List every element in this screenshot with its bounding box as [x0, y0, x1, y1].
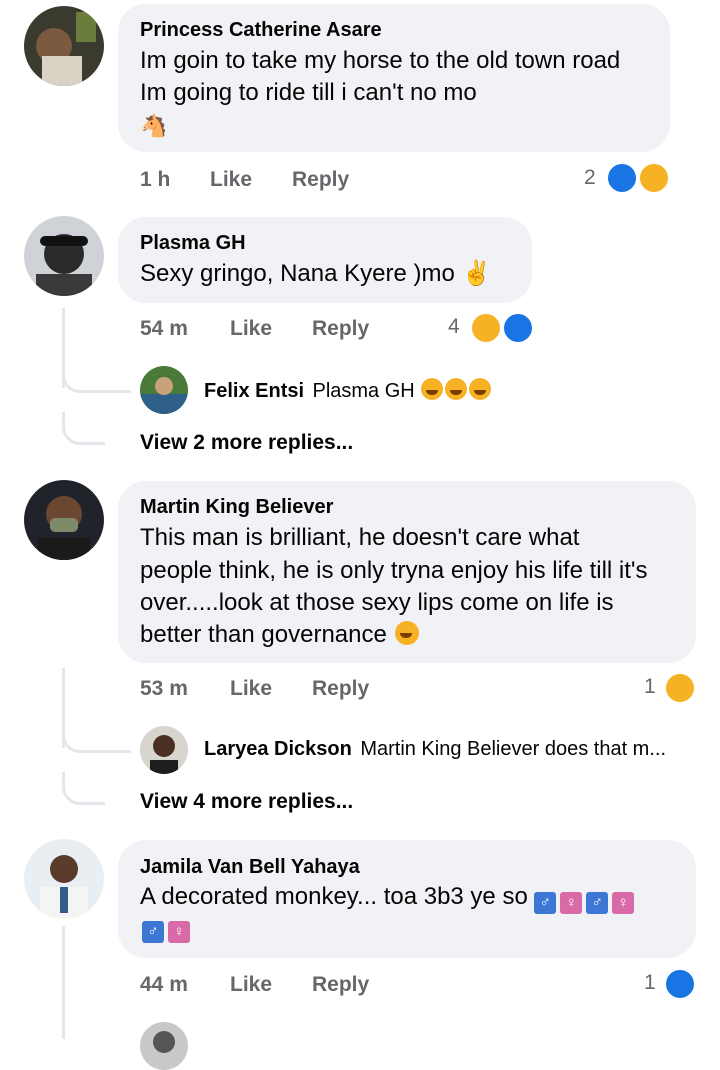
avatar[interactable]: [140, 1022, 188, 1070]
like-icon: [502, 312, 534, 344]
comment-emoji-line: ♂ ♀: [140, 920, 192, 943]
reaction-count[interactable]: 1: [644, 675, 656, 699]
man-icon: ♂: [142, 921, 164, 943]
comment-text-line: over.....look at those sexy lips come on…: [140, 589, 614, 616]
comment-author[interactable]: Princess Catherine Asare: [140, 19, 382, 42]
comment-time[interactable]: 1 h: [140, 168, 170, 192]
comment-text-line: Im goin to take my horse to the old town…: [140, 47, 621, 74]
reply-preview[interactable]: Laryea Dickson Martin King Believer does…: [204, 738, 666, 761]
reply-button[interactable]: Reply: [312, 317, 369, 341]
comment-author[interactable]: Plasma GH: [140, 232, 246, 255]
avatar[interactable]: [24, 6, 104, 86]
comment-text-line: A decorated monkey... toa 3b3 ye so: [140, 883, 528, 910]
reply-connector: [62, 360, 131, 393]
comment-time[interactable]: 53 m: [140, 677, 188, 701]
comment-text-line: Im going to ride till i can't no mo: [140, 79, 477, 106]
reply-connector: [62, 412, 105, 445]
avatar[interactable]: [24, 480, 104, 560]
like-icon: [606, 162, 638, 194]
reaction-count[interactable]: 1: [644, 971, 656, 995]
reaction-count[interactable]: 2: [584, 166, 596, 190]
like-button[interactable]: Like: [230, 973, 272, 997]
reply-text: Martin King Believer does that m...: [360, 738, 667, 760]
reply-button[interactable]: Reply: [292, 168, 349, 192]
like-icon: [664, 968, 696, 1000]
avatar[interactable]: [140, 366, 188, 414]
comment-emoji: 🐴: [140, 113, 168, 138]
reply-preview[interactable]: Felix Entsi Plasma GH: [204, 378, 492, 403]
like-button[interactable]: Like: [230, 677, 272, 701]
view-more-replies-link[interactable]: View 4 more replies...: [140, 790, 353, 814]
comment-text-line: people think, he is only tryna enjoy his…: [140, 557, 648, 584]
reply-button[interactable]: Reply: [312, 973, 369, 997]
laughing-emoji-icon: [445, 378, 468, 400]
man-icon: ♂: [586, 892, 609, 914]
comment-text-line-wrap: better than governance: [140, 619, 420, 651]
comment-text-line: This man is brilliant, he doesn't care w…: [140, 524, 580, 551]
comment-time[interactable]: 44 m: [140, 973, 188, 997]
reaction-count[interactable]: 4: [448, 315, 460, 339]
view-more-replies-link[interactable]: View 2 more replies...: [140, 431, 353, 455]
reply-text: Plasma GH: [312, 380, 415, 402]
laughing-emoji-icon: [421, 378, 444, 400]
haha-icon: [470, 312, 502, 344]
avatar[interactable]: [24, 839, 104, 919]
reply-author[interactable]: Laryea Dickson: [204, 738, 352, 760]
avatar[interactable]: [24, 216, 104, 296]
woman-icon: ♀: [560, 892, 583, 914]
reply-author[interactable]: Felix Entsi: [204, 380, 304, 402]
woman-icon: ♀: [168, 921, 190, 943]
comment-author[interactable]: Jamila Van Bell Yahaya: [140, 856, 360, 879]
avatar[interactable]: [140, 726, 188, 774]
reply-button[interactable]: Reply: [312, 677, 369, 701]
man-icon: ♂: [534, 892, 557, 914]
comment-time[interactable]: 54 m: [140, 317, 188, 341]
reply-connector: [62, 720, 131, 753]
like-button[interactable]: Like: [210, 168, 252, 192]
comment-author[interactable]: Martin King Believer: [140, 496, 333, 519]
comment-text-line: better than governance: [140, 621, 387, 648]
like-button[interactable]: Like: [230, 317, 272, 341]
comment-text-line: Sexy gringo, Nana Kyere )mo ✌: [140, 260, 492, 287]
reply-connector: [62, 772, 105, 805]
haha-icon: [638, 162, 670, 194]
haha-icon: [664, 672, 696, 704]
smiling-emoji-icon: [395, 621, 420, 645]
comment-text-line-wrap: A decorated monkey... toa 3b3 ye so ♂ ♀ ♂ ♀: [140, 881, 636, 914]
woman-icon: ♀: [612, 892, 635, 914]
reply-thread-line: [62, 926, 65, 1039]
laughing-emoji-icon: [469, 378, 492, 400]
